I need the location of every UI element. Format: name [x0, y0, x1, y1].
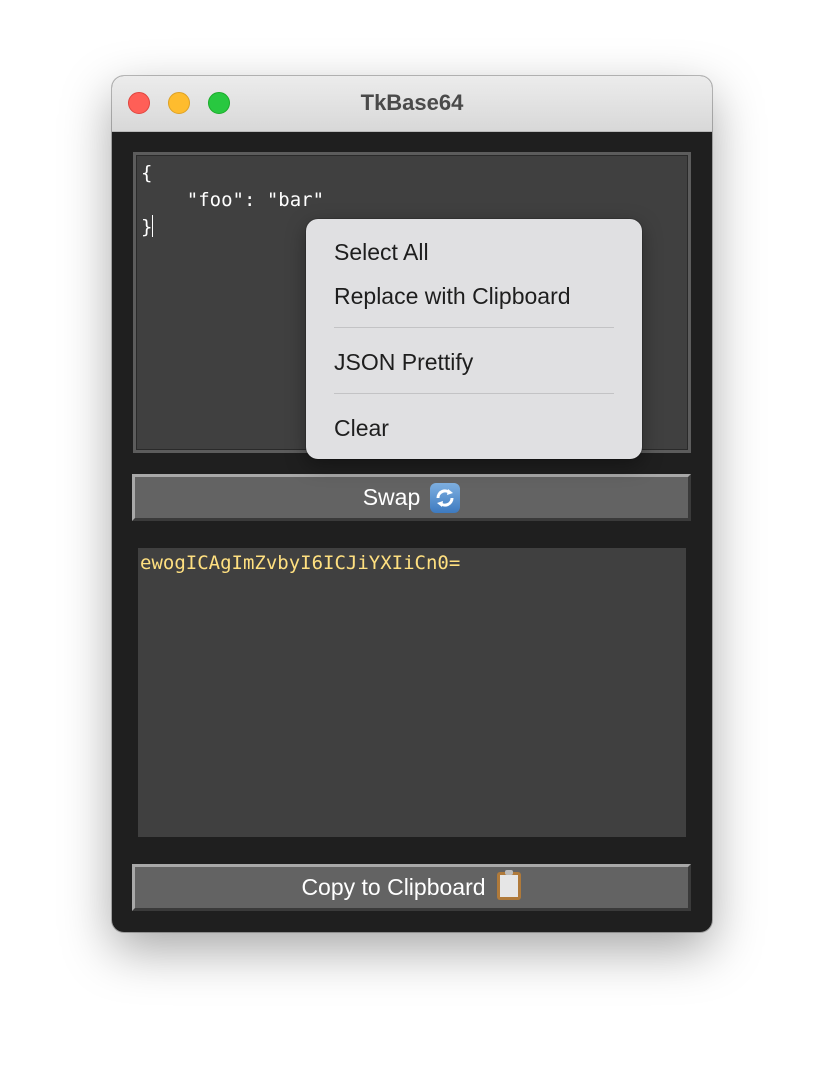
- copy-to-clipboard-button[interactable]: Copy to Clipboard: [132, 864, 691, 911]
- menu-item-clear[interactable]: Clear: [334, 412, 389, 444]
- copy-label: Copy to Clipboard: [301, 874, 486, 900]
- menu-item-select-all[interactable]: Select All: [334, 236, 429, 268]
- input-line: {: [141, 162, 153, 184]
- arrows-counterclockwise-icon: [430, 482, 461, 513]
- clipboard-icon: [496, 869, 522, 907]
- output-text-area[interactable]: ewogICAgImZvbyI6ICJiYXIiCn0=: [138, 548, 686, 837]
- app-window: TkBase64 { "foo": "bar" } Swap ewogICAgI…: [112, 76, 712, 932]
- title-bar: TkBase64: [112, 76, 712, 132]
- input-line: }: [141, 216, 153, 238]
- menu-separator: [334, 327, 614, 328]
- swap-button[interactable]: Swap: [132, 474, 691, 521]
- output-text: ewogICAgImZvbyI6ICJiYXIiCn0=: [140, 552, 461, 574]
- input-line: "foo": "bar": [141, 189, 325, 211]
- window-title: TkBase64: [360, 90, 464, 115]
- swap-label: Swap: [362, 484, 421, 510]
- menu-item-json-prettify[interactable]: JSON Prettify: [334, 346, 473, 378]
- menu-item-replace-with-clipboard[interactable]: Replace with Clipboard: [334, 280, 571, 312]
- menu-separator: [334, 393, 614, 394]
- text-cursor: [152, 215, 154, 237]
- context-menu: Select All Replace with Clipboard JSON P…: [306, 219, 642, 459]
- input-text: { "foo": "bar" }: [141, 160, 324, 241]
